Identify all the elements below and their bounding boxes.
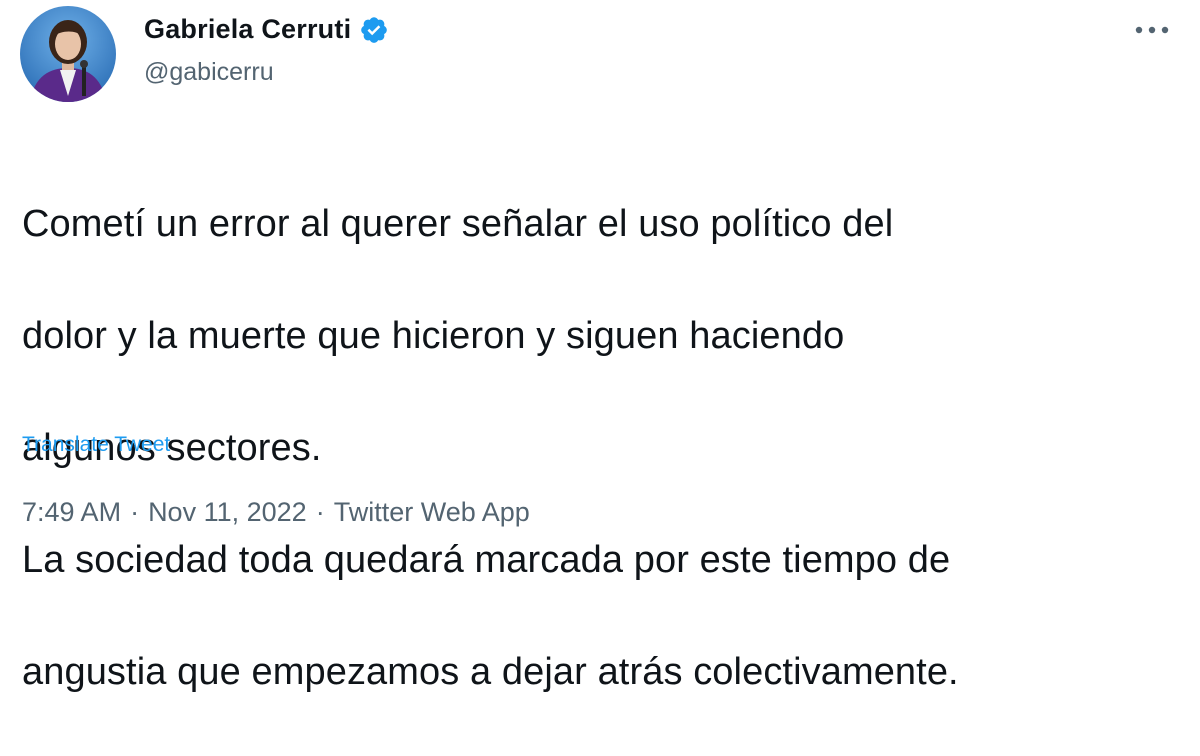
tweet-text-line: angustia que empezamos a dejar atrás col… (22, 651, 959, 693)
meta-separator: · (315, 497, 325, 527)
tweet-metadata: 7:49 AM · Nov 11, 2022 · Twitter Web App (22, 497, 530, 528)
user-handle[interactable]: @gabicerru (144, 58, 274, 87)
tweet-source[interactable]: Twitter Web App (334, 497, 530, 528)
tweet-text-line: algunos sectores. (22, 427, 322, 469)
tweet-time[interactable]: 7:49 AM (22, 497, 121, 528)
avatar[interactable] (20, 6, 116, 102)
more-options-button[interactable] (1132, 18, 1172, 42)
tweet-text-line: La sociedad toda quedará marcada por est… (22, 539, 951, 581)
tweet-card: Gabriela Cerruti @gabicerru Cometí un er… (0, 0, 1200, 693)
tweet-date[interactable]: Nov 11, 2022 (148, 497, 307, 528)
tweet-text-line: dolor y la muerte que hicieron y siguen … (22, 315, 845, 357)
tweet-text: Cometí un error al querer señalar el uso… (22, 140, 1182, 756)
more-options-icon (1135, 26, 1169, 34)
meta-separator: · (130, 497, 140, 527)
display-name[interactable]: Gabriela Cerruti (144, 14, 351, 45)
tweet-text-line: Cometí un error al querer señalar el uso… (22, 203, 894, 245)
translate-tweet-link[interactable]: Translate Tweet (22, 433, 170, 457)
verified-badge-icon (359, 15, 389, 45)
user-name-row: Gabriela Cerruti (144, 14, 389, 45)
